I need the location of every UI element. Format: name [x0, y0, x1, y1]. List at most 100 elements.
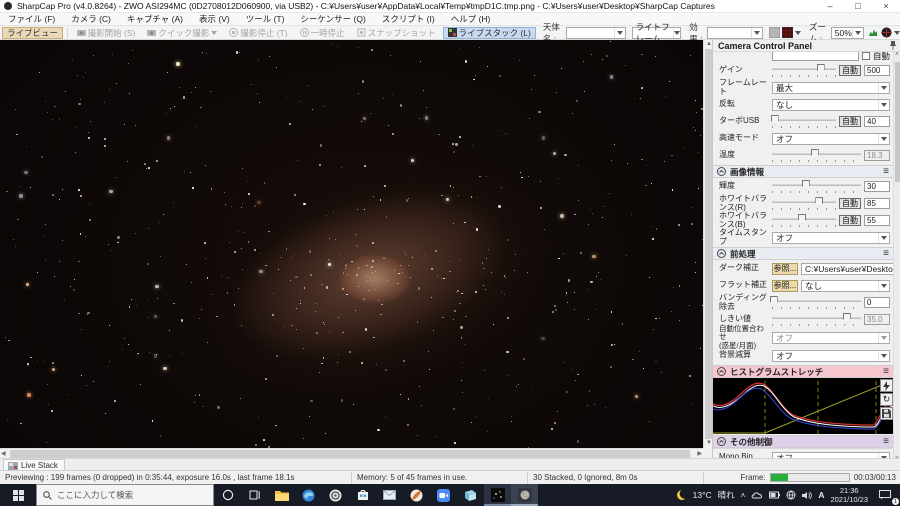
tray-expand-icon[interactable]: ˄ — [741, 491, 746, 500]
weather-condition[interactable]: 晴れ — [718, 489, 735, 501]
vertical-scrollbar[interactable]: ▲ ▼ — [703, 40, 712, 448]
minimize-button[interactable]: – — [816, 0, 844, 13]
speaker-icon[interactable] — [802, 491, 812, 500]
turbo-usb-slider[interactable] — [772, 115, 836, 129]
task-view-button[interactable] — [241, 484, 268, 506]
section-other-controls[interactable]: その他制御 ≡ — [713, 435, 894, 448]
panel-scrollbar[interactable]: ˄ ˅ — [893, 52, 900, 462]
menu-view[interactable]: 表示 (V) — [191, 13, 238, 26]
section-preprocessing[interactable]: 前処理 ≡ — [713, 247, 894, 260]
collapse-icon[interactable] — [717, 249, 726, 258]
zoom-app-button[interactable] — [430, 484, 457, 506]
section-menu-icon[interactable]: ≡ — [883, 366, 889, 377]
chevron-down-icon[interactable] — [795, 31, 801, 35]
taskbar-clock[interactable]: 21:36 2021/10/23 — [830, 486, 868, 505]
white-balance-b-value[interactable]: 55 — [864, 215, 890, 226]
dark-browse-button[interactable]: 参照... — [772, 263, 798, 275]
section-menu-icon[interactable]: ≡ — [883, 166, 889, 177]
live-view-button[interactable]: ライブビュー — [2, 27, 63, 39]
sharpcap-taskbar-button[interactable] — [484, 484, 511, 506]
start-button[interactable] — [0, 484, 36, 506]
white-balance-b-auto-button[interactable]: 自動 — [839, 215, 861, 226]
mono-swatch-icon[interactable] — [769, 27, 780, 38]
network-icon[interactable] — [786, 490, 796, 500]
section-menu-icon[interactable]: ≡ — [883, 436, 889, 447]
white-balance-b-slider[interactable] — [772, 214, 836, 228]
notification-center-button[interactable]: 1 — [874, 484, 896, 506]
auto-align-dropdown[interactable]: オフ — [772, 332, 890, 344]
auto-checkbox[interactable] — [862, 52, 870, 60]
flat-correction-dropdown[interactable]: なし — [801, 280, 890, 292]
horizontal-scrollbar[interactable]: ◀ ▶ — [0, 448, 703, 458]
store-button[interactable] — [349, 484, 376, 506]
capture-stop-button[interactable]: 撮影停止 (T) — [224, 27, 292, 39]
menu-sequencer[interactable]: シーケンサー (Q) — [292, 13, 373, 26]
white-balance-r-value[interactable]: 85 — [864, 198, 890, 209]
quick-capture-button[interactable]: クイック撮影 — [142, 27, 222, 39]
menu-capture[interactable]: キャプチャ (A) — [119, 13, 191, 26]
save-stretch-button[interactable] — [880, 407, 893, 420]
menu-camera[interactable]: カメラ (C) — [63, 13, 119, 26]
collapse-icon[interactable] — [717, 367, 726, 376]
battery-icon[interactable] — [769, 491, 780, 499]
menu-tools[interactable]: ツール (T) — [238, 13, 293, 26]
section-histogram-stretch[interactable]: ヒストグラムストレッチ ≡ — [713, 365, 894, 378]
gain-auto-button[interactable]: 自動 — [839, 65, 861, 76]
zoom-combobox[interactable]: 50% — [831, 27, 864, 39]
edge-button[interactable] — [295, 484, 322, 506]
menu-scripting[interactable]: スクリプト (I) — [374, 13, 443, 26]
frame-type-combobox[interactable]: ライトフレーム — [632, 27, 682, 39]
brightness-slider[interactable] — [772, 180, 861, 194]
viewer-app-button[interactable] — [457, 484, 484, 506]
brightness-value[interactable]: 30 — [864, 181, 890, 192]
imaging-app-taskbar-button[interactable] — [511, 484, 538, 506]
white-balance-r-auto-button[interactable]: 自動 — [839, 198, 861, 209]
object-name-combobox[interactable] — [566, 27, 626, 39]
bayer-swatch-icon[interactable] — [782, 27, 793, 38]
dark-correction-dropdown[interactable]: C:¥Users¥user¥Desktop¥Sh… — [801, 263, 894, 275]
image-viewport[interactable] — [0, 40, 703, 448]
effects-combobox[interactable] — [707, 27, 763, 39]
histogram-toggle-icon[interactable] — [869, 27, 877, 38]
chevron-down-icon[interactable] — [894, 31, 900, 35]
pin-icon[interactable] — [889, 41, 897, 50]
background-subtraction-dropdown[interactable]: オフ — [772, 350, 890, 362]
timestamp-dropdown[interactable]: オフ — [772, 232, 890, 244]
camera-app-button[interactable] — [322, 484, 349, 506]
auto-stretch-button[interactable] — [880, 379, 893, 392]
menu-help[interactable]: ヘルプ (H) — [443, 13, 499, 26]
flip-dropdown[interactable]: なし — [772, 99, 890, 111]
ime-indicator[interactable]: A — [818, 490, 824, 500]
collapse-icon[interactable] — [717, 437, 726, 446]
snapshot-button[interactable]: スナップショット — [352, 27, 441, 39]
turbo-usb-auto-button[interactable]: 自動 — [839, 116, 861, 127]
weather-moon-icon[interactable] — [675, 488, 688, 501]
pause-button[interactable]: 一時停止 — [295, 27, 350, 39]
section-image-info[interactable]: 画像情報 ≡ — [713, 165, 894, 178]
flat-browse-button[interactable]: 参照... — [772, 280, 798, 292]
mail-button[interactable] — [376, 484, 403, 506]
file-explorer-button[interactable] — [268, 484, 295, 506]
capture-start-button[interactable]: 撮影開始 (S) — [72, 27, 141, 39]
turbo-usb-value[interactable]: 40 — [864, 116, 890, 127]
live-stack-button[interactable]: ライブスタック (L) — [443, 27, 536, 39]
gain-slider[interactable] — [772, 64, 836, 78]
cortana-button[interactable] — [214, 484, 241, 506]
paint-app-button[interactable] — [403, 484, 430, 506]
banding-value[interactable]: 0 — [864, 297, 890, 308]
collapse-icon[interactable] — [717, 167, 726, 176]
close-button[interactable]: × — [872, 0, 900, 13]
framerate-dropdown[interactable]: 最大 — [772, 82, 890, 94]
banding-slider[interactable] — [772, 296, 861, 310]
section-menu-icon[interactable]: ≡ — [883, 248, 889, 259]
histogram-display[interactable]: ↻ — [713, 378, 894, 434]
onedrive-icon[interactable] — [751, 491, 763, 499]
gain-value[interactable]: 500 — [864, 65, 890, 76]
reticle-icon[interactable] — [881, 27, 892, 38]
weather-temp[interactable]: 13°C — [693, 490, 712, 500]
high-speed-dropdown[interactable]: オフ — [772, 133, 890, 145]
menu-file[interactable]: ファイル (F) — [0, 13, 63, 26]
white-balance-r-slider[interactable] — [772, 197, 836, 211]
reset-stretch-button[interactable]: ↻ — [880, 393, 893, 406]
maximize-button[interactable]: □ — [844, 0, 872, 13]
